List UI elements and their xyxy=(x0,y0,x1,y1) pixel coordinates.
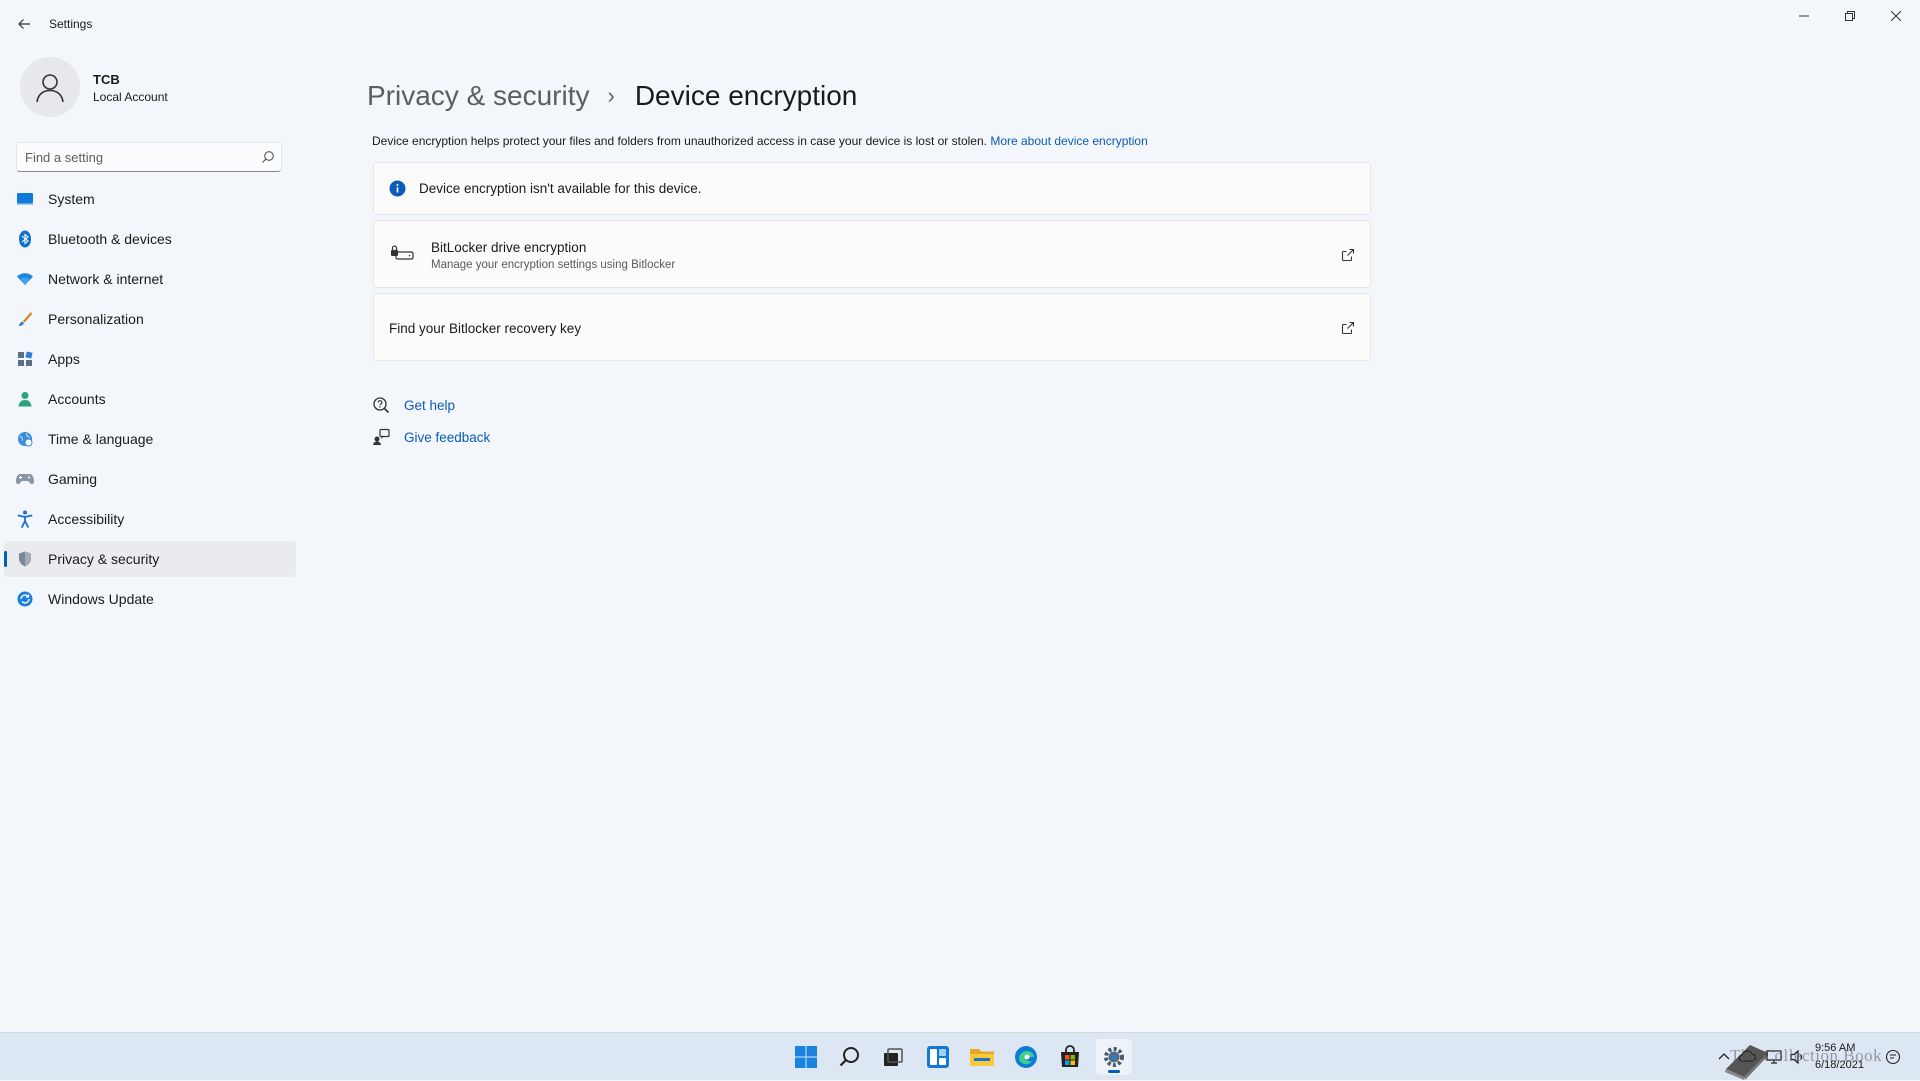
chevron-up-icon[interactable] xyxy=(1718,1051,1730,1061)
sidebar-item-network[interactable]: Network & internet xyxy=(4,261,296,297)
user-name: TCB xyxy=(93,72,120,87)
settings-window: Settings TCB Local Account Find a settin… xyxy=(0,0,1920,1032)
person-avatar-icon xyxy=(36,74,64,103)
settings-taskbar-button[interactable] xyxy=(1096,1039,1132,1075)
user-profile[interactable]: TCB Local Account xyxy=(20,57,280,119)
update-icon xyxy=(16,590,34,608)
account-type: Local Account xyxy=(93,90,168,104)
active-app-indicator xyxy=(1108,1070,1120,1073)
globe-clock-icon xyxy=(16,430,34,448)
taskbar-search-button[interactable] xyxy=(832,1039,868,1075)
store-button[interactable] xyxy=(1052,1039,1088,1075)
windows-logo-icon xyxy=(795,1046,817,1068)
title-bar: Settings xyxy=(0,0,1920,48)
breadcrumb-parent[interactable]: Privacy & security xyxy=(367,80,590,112)
get-help-link[interactable]: Get help xyxy=(372,394,455,416)
avatar xyxy=(20,57,80,117)
more-about-link[interactable]: More about device encryption xyxy=(990,134,1147,148)
task-view-button[interactable] xyxy=(875,1039,911,1075)
sidebar-item-label: Accessibility xyxy=(48,511,125,527)
file-explorer-button[interactable] xyxy=(964,1039,1000,1075)
edge-icon xyxy=(1015,1046,1037,1068)
sidebar-item-label: Privacy & security xyxy=(48,551,160,567)
sidebar-item-accessibility[interactable]: Accessibility xyxy=(4,501,296,537)
sidebar-item-privacy-security[interactable]: Privacy & security xyxy=(4,541,296,577)
encryption-status-text: Device encryption isn't available for th… xyxy=(419,181,702,196)
brush-icon xyxy=(16,310,34,328)
wifi-icon xyxy=(16,270,34,288)
gear-icon xyxy=(1104,1047,1124,1067)
sidebar-item-label: Network & internet xyxy=(48,271,164,287)
get-help-label: Get help xyxy=(404,397,456,413)
sidebar-item-label: Time & language xyxy=(48,431,154,447)
drive-lock-icon xyxy=(391,245,414,260)
sidebar-nav: System Bluetooth & devices Network & int… xyxy=(4,181,296,621)
open-external-icon xyxy=(1341,248,1355,262)
sidebar-item-gaming[interactable]: Gaming xyxy=(4,461,296,497)
widgets-icon xyxy=(927,1046,949,1068)
search-icon[interactable] xyxy=(261,150,275,164)
search-input[interactable] xyxy=(25,143,245,171)
sidebar-item-apps[interactable]: Apps xyxy=(4,341,296,377)
sidebar-item-label: Accounts xyxy=(48,391,106,407)
sidebar-item-label: Gaming xyxy=(48,471,98,487)
minimize-button[interactable] xyxy=(1781,0,1827,32)
bluetooth-icon xyxy=(16,230,34,248)
close-icon xyxy=(1891,11,1901,21)
start-button[interactable] xyxy=(788,1039,824,1075)
encryption-status-card: Device encryption isn't available for th… xyxy=(373,162,1371,215)
edge-browser-button[interactable] xyxy=(1008,1039,1044,1075)
back-button[interactable] xyxy=(10,12,38,36)
close-button[interactable] xyxy=(1873,0,1919,32)
sidebar-item-label: Windows Update xyxy=(48,591,154,607)
apps-icon xyxy=(16,350,34,368)
give-feedback-label: Give feedback xyxy=(404,429,491,445)
feedback-icon xyxy=(373,428,390,445)
bitlocker-subtitle: Manage your encryption settings using Bi… xyxy=(431,259,676,271)
sidebar-item-accounts[interactable]: Accounts xyxy=(4,381,296,417)
sidebar-item-system[interactable]: System xyxy=(4,181,296,217)
sidebar-item-time-language[interactable]: Time & language xyxy=(4,421,296,457)
sidebar-item-label: Personalization xyxy=(48,311,144,327)
store-icon xyxy=(1061,1045,1079,1067)
bitlocker-title: BitLocker drive encryption xyxy=(431,240,587,255)
restore-button[interactable] xyxy=(1827,0,1873,32)
notification-icon[interactable] xyxy=(1885,1049,1901,1065)
help-icon xyxy=(373,397,390,414)
watermark-text: The Collection Book xyxy=(1730,1046,1883,1065)
shield-icon xyxy=(16,550,34,568)
task-view-icon xyxy=(884,1048,903,1066)
taskbar: 9:56 AM 6/18/2021 xyxy=(0,1032,1920,1080)
person-icon xyxy=(16,390,34,408)
sidebar-item-bluetooth[interactable]: Bluetooth & devices xyxy=(4,221,296,257)
recovery-key-title: Find your Bitlocker recovery key xyxy=(389,321,582,336)
breadcrumb: Privacy & security › Device encryption xyxy=(367,74,857,118)
chevron-right-icon: › xyxy=(607,83,615,108)
app-title: Settings xyxy=(49,17,93,31)
page-title: Device encryption xyxy=(634,80,858,111)
info-icon xyxy=(389,180,406,197)
folder-icon xyxy=(970,1049,994,1066)
sidebar-item-windows-update[interactable]: Windows Update xyxy=(4,581,296,617)
search-icon xyxy=(839,1047,859,1067)
sidebar-item-label: Bluetooth & devices xyxy=(48,231,172,247)
monitor-icon xyxy=(16,190,34,208)
open-external-icon xyxy=(1341,321,1355,335)
search-box xyxy=(16,142,282,172)
gamepad-icon xyxy=(16,470,34,488)
back-arrow-icon xyxy=(18,19,30,29)
bitlocker-drive-encryption-card[interactable]: BitLocker drive encryption Manage your e… xyxy=(373,220,1371,288)
sidebar-item-label: Apps xyxy=(48,351,80,367)
restore-icon xyxy=(1845,11,1855,21)
widgets-button[interactable] xyxy=(920,1039,956,1075)
sidebar-item-personalization[interactable]: Personalization xyxy=(4,301,296,337)
description-text: Device encryption helps protect your fil… xyxy=(372,134,987,148)
sidebar-item-label: System xyxy=(48,191,95,207)
accessibility-icon xyxy=(16,510,34,528)
give-feedback-link[interactable]: Give feedback xyxy=(372,426,490,448)
minimize-icon xyxy=(1799,15,1809,17)
find-recovery-key-card[interactable]: Find your Bitlocker recovery key xyxy=(373,293,1371,361)
page-description: Device encryption helps protect your fil… xyxy=(372,134,1148,148)
